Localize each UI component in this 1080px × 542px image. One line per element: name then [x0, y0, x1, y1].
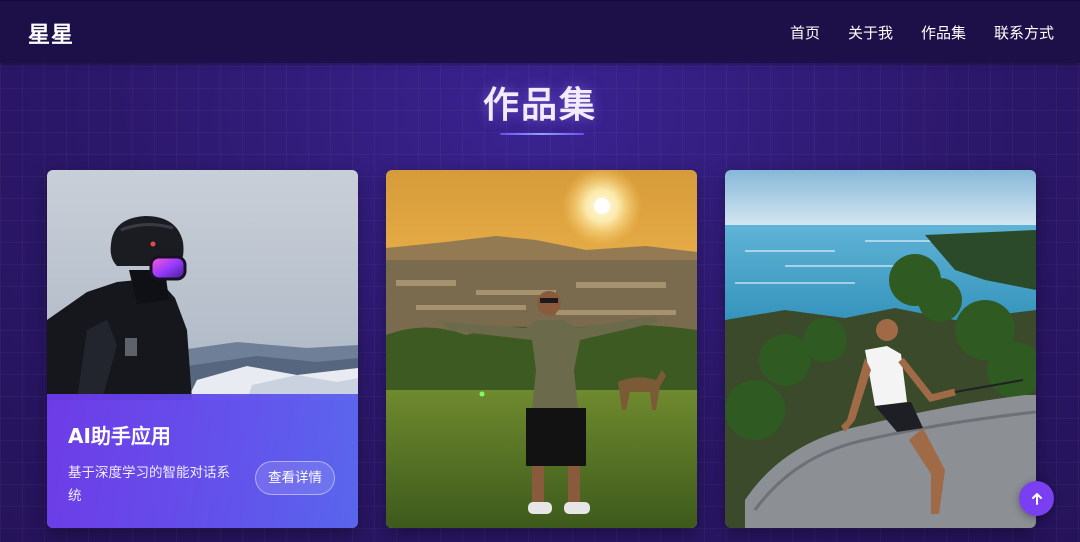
top-navbar: 星星 首页 关于我 作品集 联系方式 [0, 0, 1080, 63]
portfolio-card-ai-assistant[interactable]: AI助手应用 基于深度学习的智能对话系统 查看详情 [47, 170, 358, 528]
man-sitting-on-rocks-by-sea-photo [725, 170, 1036, 528]
nav-link-portfolio[interactable]: 作品集 [921, 22, 966, 43]
portfolio-card-seaside[interactable] [725, 170, 1036, 528]
portfolio-card-sunset[interactable] [386, 170, 697, 528]
man-arms-outstretched-at-sunset-photo [386, 170, 697, 528]
nav-link-contact[interactable]: 联系方式 [994, 22, 1054, 43]
card-overlay: AI助手应用 基于深度学习的智能对话系统 查看详情 [47, 394, 358, 528]
nav-link-about[interactable]: 关于我 [848, 22, 893, 43]
nav-menu: 首页 关于我 作品集 联系方式 [790, 22, 1054, 43]
nav-link-home[interactable]: 首页 [790, 22, 820, 43]
view-details-button[interactable]: 查看详情 [255, 461, 335, 495]
card-title: AI助手应用 [68, 424, 171, 448]
portfolio-title: 作品集 [482, 85, 597, 126]
card-description: 基于深度学习的智能对话系统 [68, 465, 230, 504]
title-underline [500, 133, 584, 135]
site-logo[interactable]: 星星 [28, 17, 74, 49]
arrow-up-icon [1031, 492, 1042, 505]
back-to-top-button[interactable] [1019, 481, 1054, 516]
